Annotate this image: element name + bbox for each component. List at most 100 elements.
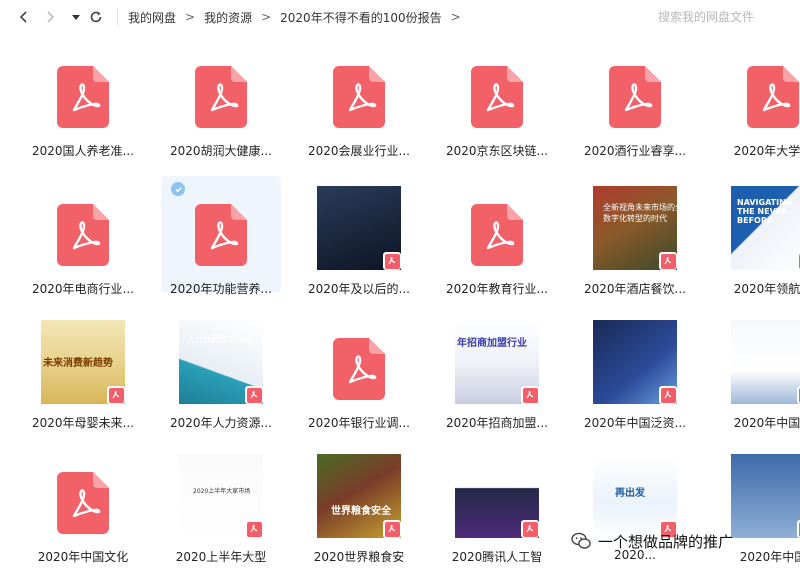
pdf-icon [333, 338, 385, 400]
file-name: 2020胡润大健康... [170, 144, 272, 158]
selected-check-icon[interactable] [171, 182, 185, 196]
breadcrumb-separator: > [261, 10, 272, 24]
breadcrumb-my-netdisk[interactable]: 我的网盘 [128, 9, 176, 26]
back-icon[interactable] [14, 7, 34, 27]
pdf-badge-icon [245, 520, 263, 538]
file-name: 2020酒行业睿享... [584, 144, 686, 158]
pdf-icon [57, 472, 109, 534]
pdf-badge-icon [245, 386, 263, 404]
file-item[interactable]: 未来消费新趋势 2020年母婴未来... [23, 310, 143, 430]
file-name: 2020会展业行业... [308, 144, 410, 158]
file-item[interactable]: 2020年中国泛资... [575, 310, 695, 430]
file-name: 2020年人力资源... [170, 416, 272, 430]
file-name: 2020年教育行业... [446, 282, 548, 296]
thumbnail-caption: 再出发 [615, 488, 645, 499]
file-thumbnail [455, 454, 539, 538]
file-thumbnail: 人力资源技术市场 [179, 320, 263, 404]
pdf-icon [57, 204, 109, 266]
file-name: 2020年中国泛资... [584, 416, 686, 430]
file-name: 2020京东区块链... [446, 144, 548, 158]
file-item[interactable]: 人力资源技术市场 2020年人力资源... [161, 310, 281, 430]
file-thumbnail [731, 320, 800, 404]
thumbnail-caption: 年招商加盟行业 [457, 338, 527, 349]
thumbnail-caption: 2020上半年大家市场 [193, 488, 251, 495]
thumbnail-caption: 世界粮食安全 [331, 506, 391, 517]
pdf-file-item[interactable]: 2020年银行业调... [299, 310, 419, 430]
file-name: 2020年母婴未来... [32, 416, 134, 430]
file-item[interactable]: 世界粮食安全 2020世界粮食安 [299, 444, 419, 564]
file-item[interactable]: 全新视角未来市场的全流程 数字化转型的时代 2020年酒店餐饮... [575, 176, 695, 296]
pdf-file-item[interactable]: 2020年大学生 [713, 38, 800, 158]
pdf-file-item[interactable]: 2020年电商行业... [23, 176, 143, 296]
file-item[interactable]: 2020上半年大家市场 2020上半年大型 [161, 444, 281, 564]
watermark-text: 一个想做品牌的推广 [598, 532, 734, 551]
file-thumbnail: 年招商加盟行业 [455, 320, 539, 404]
file-name: 2020年银行业调... [308, 416, 410, 430]
pdf-file-item[interactable]: 2020胡润大健康... [161, 38, 281, 158]
file-name: 2020年中国文化 [37, 550, 129, 564]
file-name: 2020年招商加盟... [446, 416, 548, 430]
pdf-file-item[interactable]: 2020年中国文化 [23, 444, 143, 564]
file-thumbnail: 未来消费新趋势 [41, 320, 125, 404]
file-name: 2020年功能营养... [170, 282, 272, 296]
breadcrumb-separator: > [185, 10, 196, 24]
file-item[interactable]: 年招商加盟行业 2020年招商加盟... [437, 310, 557, 430]
file-name: 2020年及以后的... [308, 282, 410, 296]
breadcrumb-my-resources[interactable]: 我的资源 [204, 9, 252, 26]
file-thumbnail: 2020上半年大家市场 [179, 454, 263, 538]
file-name: 2020年中国互 [733, 416, 800, 430]
file-thumbnail [317, 186, 401, 270]
file-thumbnail [731, 454, 800, 538]
file-thumbnail: NAVIGATING THE NEVER BEFORE [731, 186, 800, 270]
breadcrumb: 我的网盘 > 我的资源 > 2020年不得不看的100份报告 > [128, 0, 470, 34]
pdf-icon [57, 66, 109, 128]
toolbar-divider [117, 8, 118, 26]
pdf-icon [195, 204, 247, 266]
file-name: 2020世界粮食安 [313, 550, 405, 564]
pdf-icon [747, 66, 799, 128]
thumbnail-caption: 人力资源技术市场 [187, 335, 251, 344]
thumbnail-caption: NAVIGATING THE NEVER BEFORE [737, 198, 793, 225]
pdf-badge-icon [383, 520, 401, 538]
file-thumbnail: 再出发 [593, 454, 677, 538]
history-dropdown-icon[interactable] [66, 7, 86, 27]
wechat-icon [571, 532, 591, 549]
thumbnail-caption: 未来消费新趋势 [43, 358, 113, 369]
thumbnail-caption: 全新视角未来市场的全流程 数字化转型的时代 [603, 203, 677, 223]
file-item[interactable]: NAVIGATING THE NEVER BEFORE 2020年领航前 [713, 176, 800, 296]
refresh-icon[interactable] [86, 7, 106, 27]
pdf-badge-icon [521, 520, 539, 538]
file-grid: 2020国人养老准... 2020胡润大健康... 2020会展业行业... 2020… [0, 34, 800, 575]
file-name: 2020腾讯人工智 [451, 550, 543, 564]
pdf-badge-icon [107, 386, 125, 404]
pdf-file-item[interactable]: 2020酒行业睿享... [575, 38, 695, 158]
file-item[interactable]: 2020年中国互 [713, 310, 800, 430]
pdf-badge-icon [659, 386, 677, 404]
file-name: 2020上半年大型 [175, 550, 267, 564]
file-name: 2020年大学生 [733, 144, 800, 158]
pdf-icon [471, 66, 523, 128]
pdf-badge-icon [521, 386, 539, 404]
pdf-file-item[interactable]: 2020国人养老准... [23, 38, 143, 158]
file-name: 2020年酒店餐饮... [584, 282, 686, 296]
pdf-file-item[interactable]: 2020京东区块链... [437, 38, 557, 158]
forward-icon[interactable] [40, 7, 60, 27]
pdf-icon [333, 66, 385, 128]
search-input[interactable] [648, 6, 800, 28]
file-thumbnail: 全新视角未来市场的全流程 数字化转型的时代 [593, 186, 677, 270]
pdf-badge-icon [659, 252, 677, 270]
file-item[interactable]: 2020腾讯人工智 [437, 444, 557, 564]
pdf-file-item[interactable]: 2020年功能营养... [161, 176, 281, 296]
pdf-icon [471, 204, 523, 266]
pdf-file-item[interactable]: 2020会展业行业... [299, 38, 419, 158]
file-item[interactable]: 2020年及以后的... [299, 176, 419, 296]
file-name: 2020年领航前 [733, 282, 800, 296]
pdf-icon [195, 66, 247, 128]
pdf-file-item[interactable]: 2020年教育行业... [437, 176, 557, 296]
pdf-badge-icon [383, 252, 401, 270]
wechat-watermark: 一个想做品牌的推广 [570, 528, 733, 554]
file-name: 2020国人养老准... [32, 144, 134, 158]
breadcrumb-current-folder[interactable]: 2020年不得不看的100份报告 [280, 9, 441, 26]
file-name: 2020年电商行业... [32, 282, 134, 296]
file-thumbnail [593, 320, 677, 404]
